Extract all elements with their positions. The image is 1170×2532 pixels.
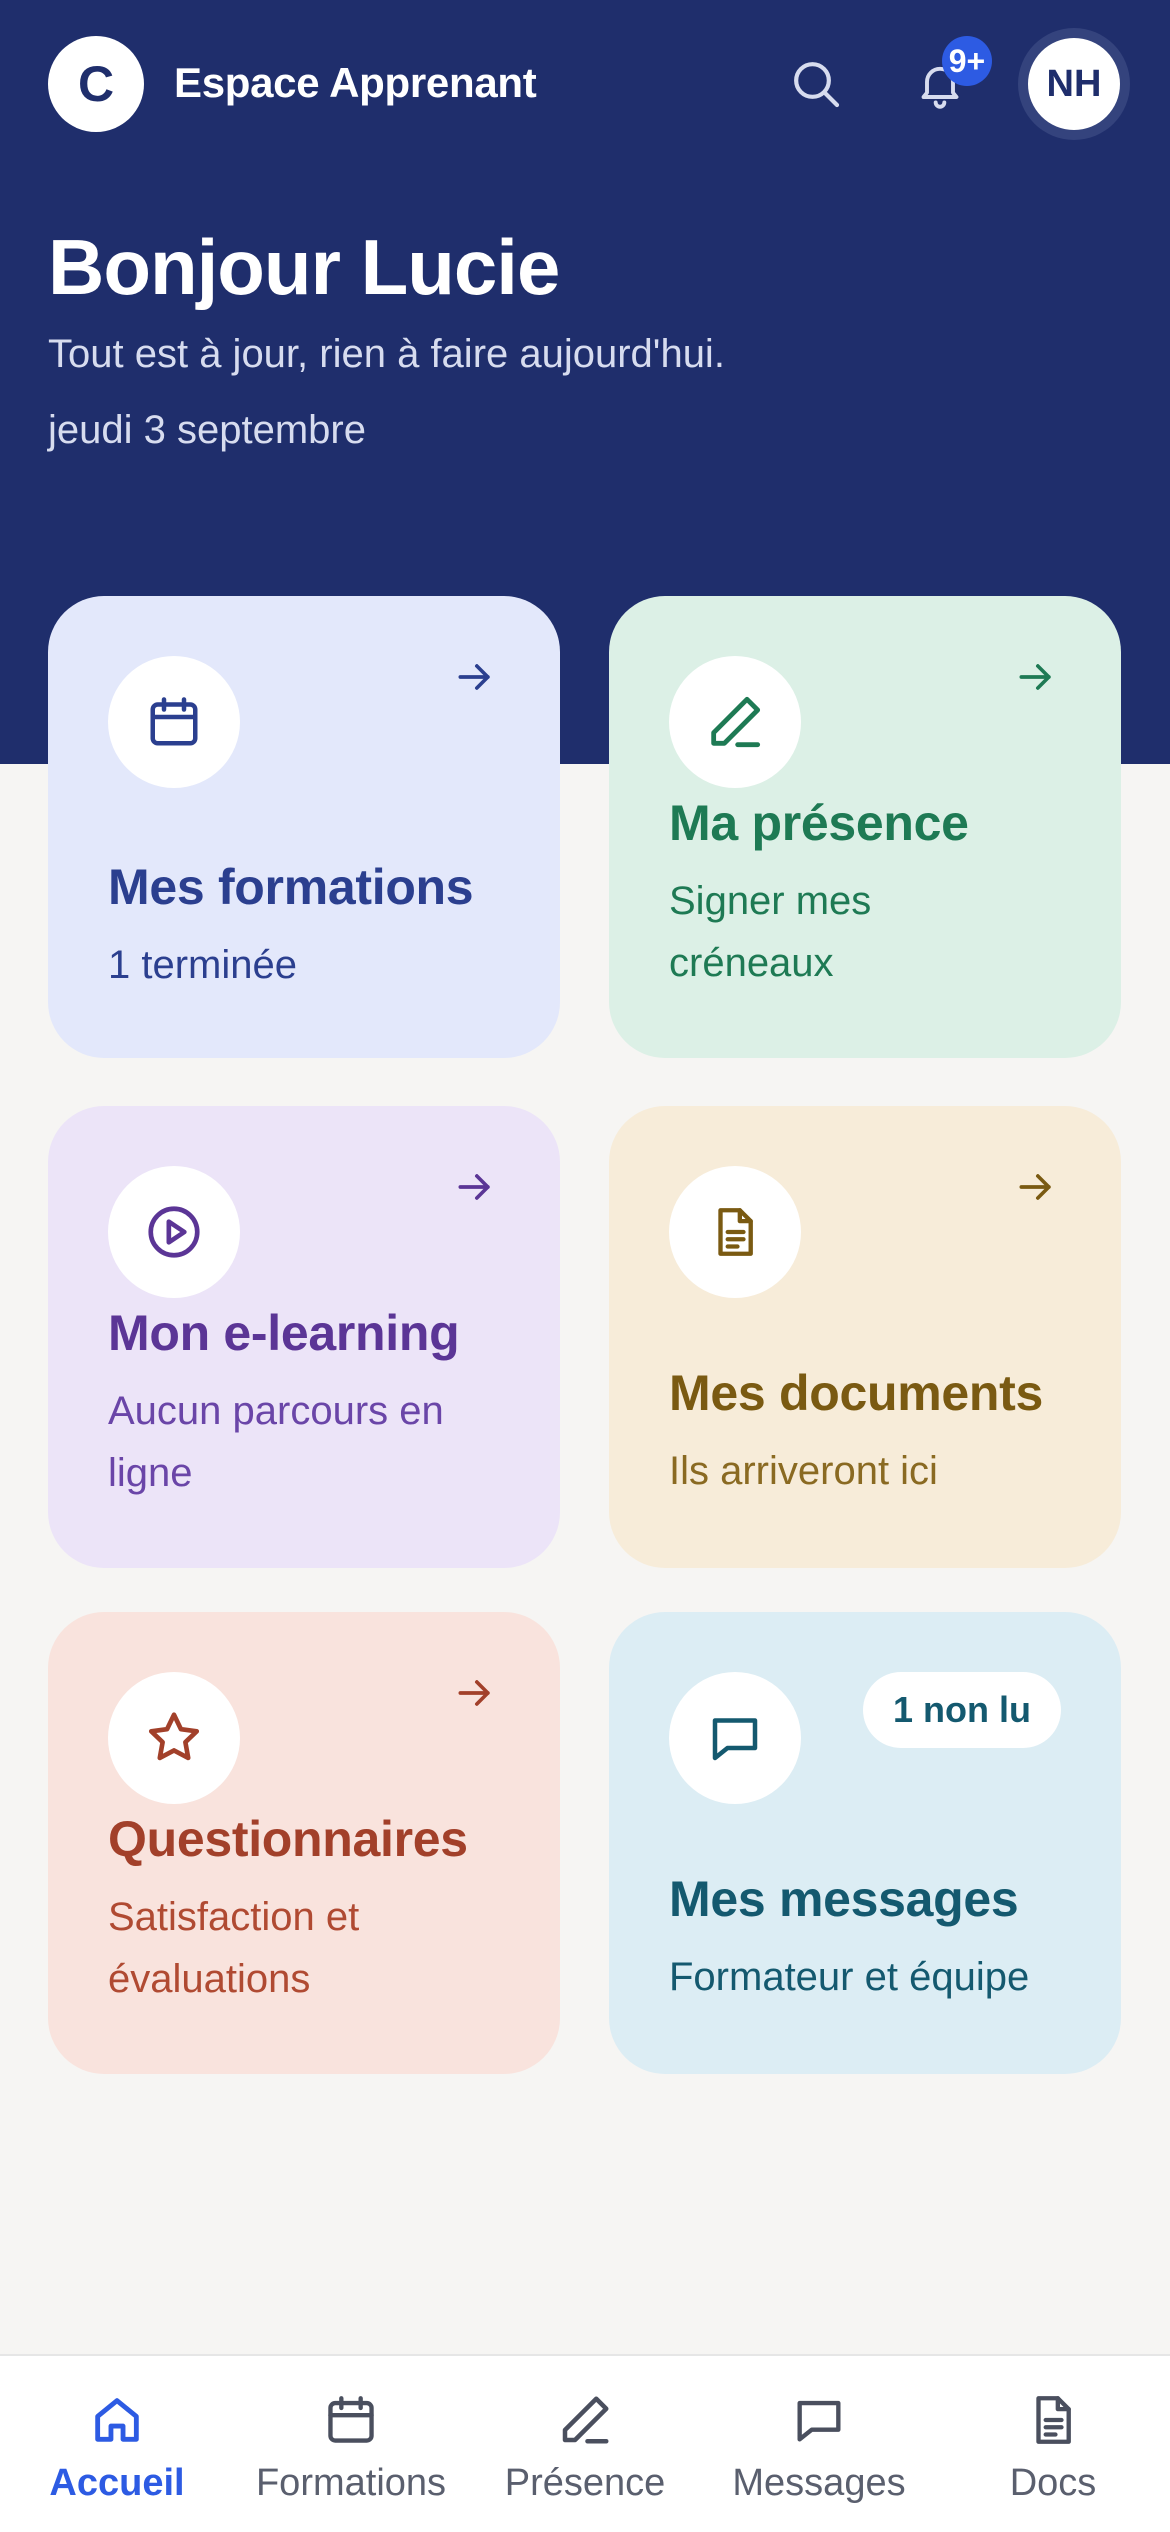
- card-title: Mes messages: [669, 1871, 1019, 1927]
- nav-item-docs[interactable]: Docs: [936, 2388, 1170, 2508]
- nav-label: Docs: [1009, 2462, 1097, 2504]
- card-subtitle: Signer mes créneaux: [669, 879, 872, 985]
- card-questionnaires[interactable]: Questionnaires Satisfaction et évaluatio…: [48, 1612, 560, 2074]
- card-icon-circle: [669, 1672, 801, 1804]
- nav-item-presence[interactable]: Présence: [468, 2388, 702, 2508]
- calendar-icon: [319, 2388, 383, 2452]
- avatar-button[interactable]: NH: [1018, 28, 1130, 140]
- notification-count-badge: 9+: [942, 36, 992, 86]
- card-subtitle: Formateur et équipe: [669, 1955, 1030, 1999]
- top-bar: C Espace Apprenant 9+ NH: [48, 28, 1130, 156]
- search-button[interactable]: [782, 50, 850, 118]
- card-mon-elearning[interactable]: Mon e-learning Aucun parcours en ligne: [48, 1106, 560, 1568]
- pencil-icon: [553, 2388, 617, 2452]
- nav-item-formations[interactable]: Formations: [234, 2388, 468, 2508]
- card-mes-formations[interactable]: Mes formations 1 terminée: [48, 596, 560, 1058]
- card-subtitle: Ils arriveront ici: [669, 1449, 938, 1493]
- home-icon: [85, 2388, 149, 2452]
- card-title: Mes documents: [669, 1365, 1043, 1421]
- arrow-right-icon: [450, 1162, 500, 1212]
- greeting-title: Bonjour Lucie: [48, 223, 560, 311]
- card-icon-circle: [108, 1672, 240, 1804]
- chat-icon: [712, 1718, 758, 1761]
- document-icon: [1021, 2388, 1085, 2452]
- card-subtitle: Satisfaction et évaluations: [108, 1895, 360, 2001]
- app-title: Espace Apprenant: [174, 59, 537, 106]
- card-subtitle: 1 terminée: [108, 943, 297, 987]
- arrow-right-icon: [450, 652, 500, 702]
- arrow-right-icon: [450, 1668, 500, 1718]
- pencil-icon: [711, 696, 761, 748]
- card-title: Ma présence: [669, 795, 969, 851]
- document-icon: [718, 1208, 753, 1256]
- calendar-icon: [150, 697, 198, 746]
- chat-icon: [787, 2388, 851, 2452]
- nav-item-accueil[interactable]: Accueil: [0, 2388, 234, 2508]
- avatar: NH: [1028, 38, 1120, 130]
- card-icon-circle: [108, 1166, 240, 1298]
- nav-label: Accueil: [49, 2462, 185, 2504]
- arrow-right-icon: [1011, 1162, 1061, 1212]
- card-icon-circle: [669, 656, 801, 788]
- nav-label: Formations: [255, 2462, 447, 2504]
- app-logo[interactable]: C: [48, 36, 144, 132]
- card-icon-circle: [108, 656, 240, 788]
- status-message: Tout est à jour, rien à faire aujourd'hu…: [48, 332, 725, 376]
- nav-item-messages[interactable]: Messages: [702, 2388, 936, 2508]
- card-mes-messages[interactable]: 1 non lu Mes messages Formateur et équip…: [609, 1612, 1121, 2074]
- current-date: jeudi 3 septembre: [48, 408, 366, 452]
- card-title: Mes formations: [108, 859, 474, 915]
- card-subtitle: Aucun parcours en ligne: [108, 1389, 444, 1495]
- card-title: Questionnaires: [108, 1811, 468, 1867]
- arrow-right-icon: [1011, 652, 1061, 702]
- search-icon: [794, 62, 840, 108]
- card-title: Mon e-learning: [108, 1305, 460, 1361]
- unread-badge: 1 non lu: [863, 1672, 1061, 1748]
- star-icon: [148, 1712, 200, 1761]
- nav-label: Messages: [732, 2462, 906, 2504]
- bottom-navigation: Accueil Formations Présence Messages Doc…: [0, 2354, 1170, 2532]
- card-ma-presence[interactable]: Ma présence Signer mes créneaux: [609, 596, 1121, 1058]
- card-icon-circle: [669, 1166, 801, 1298]
- card-mes-documents[interactable]: Mes documents Ils arriveront ici: [609, 1106, 1121, 1568]
- play-circle-icon: [148, 1206, 200, 1258]
- nav-label: Présence: [504, 2462, 666, 2504]
